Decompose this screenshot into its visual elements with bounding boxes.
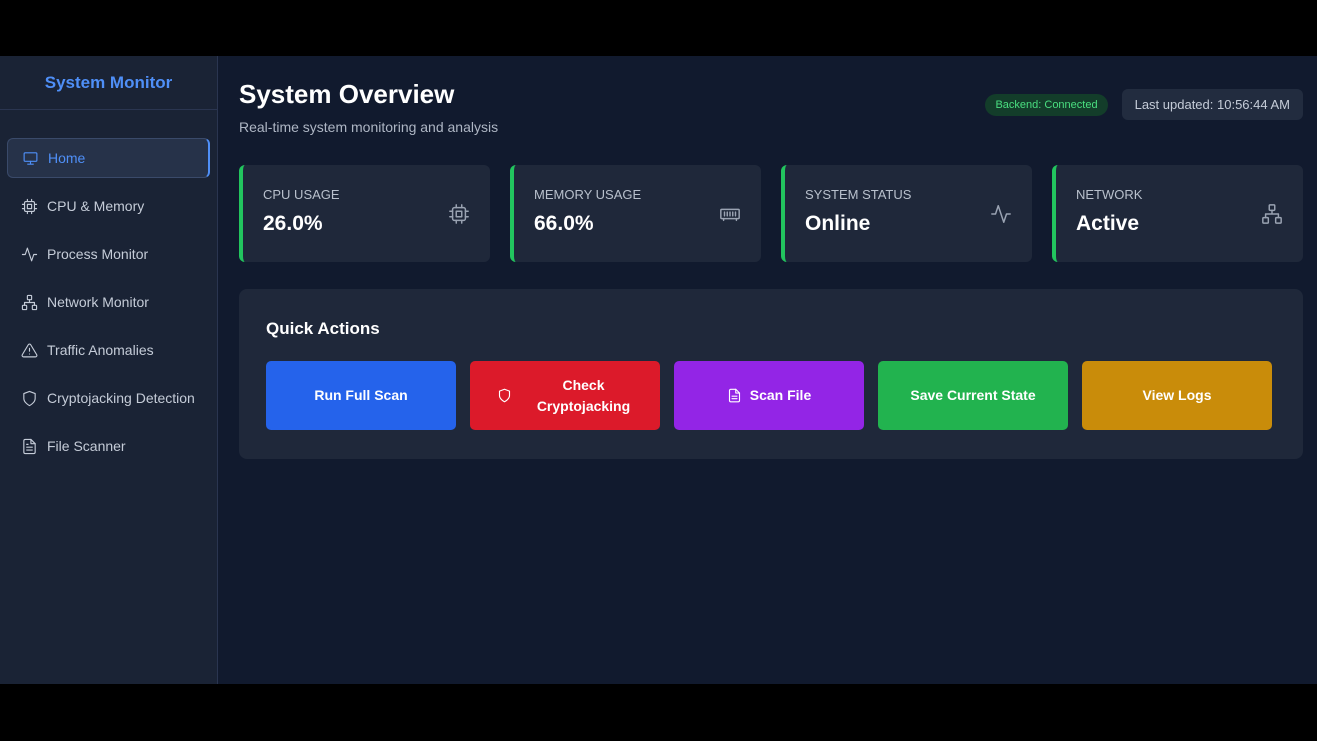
header-status: Backend: Connected Last updated: 10:56:4…	[985, 89, 1303, 120]
sidebar-item-traffic-anomalies[interactable]: Traffic Anomalies	[7, 330, 210, 370]
page-subtitle: Real-time system monitoring and analysis	[239, 119, 499, 135]
stat-label: SYSTEM STATUS	[805, 187, 912, 202]
view-logs-button[interactable]: View Logs	[1082, 361, 1272, 430]
sidebar-item-process-monitor[interactable]: Process Monitor	[7, 234, 210, 274]
memory-icon	[719, 203, 741, 225]
last-updated-label: Last updated: 10:56:44 AM	[1121, 89, 1303, 120]
app-brand: System Monitor	[0, 56, 217, 110]
activity-icon	[20, 245, 38, 263]
sidebar-item-label: Home	[48, 150, 86, 166]
shield-icon	[497, 388, 512, 403]
run-full-scan-button[interactable]: Run Full Scan	[266, 361, 456, 430]
cpu-icon	[20, 197, 38, 215]
save-current-state-button[interactable]: Save Current State	[878, 361, 1068, 430]
sidebar-item-cryptojacking-detection[interactable]: Cryptojacking Detection	[7, 378, 210, 418]
activity-icon	[990, 203, 1012, 225]
sidebar: System Monitor Home CPU & Memory Process…	[0, 56, 218, 684]
sidebar-item-label: Network Monitor	[47, 294, 149, 310]
app-window: System Monitor Home CPU & Memory Process…	[0, 56, 1317, 684]
quick-actions-panel: Quick Actions Run Full Scan Check Crypto…	[239, 289, 1303, 459]
check-cryptojacking-button[interactable]: Check Cryptojacking	[470, 361, 660, 430]
button-label: View Logs	[1142, 387, 1212, 403]
button-label: Scan File	[749, 387, 812, 403]
stat-card-memory: MEMORY USAGE 66.0%	[510, 165, 761, 262]
sidebar-item-network-monitor[interactable]: Network Monitor	[7, 282, 210, 322]
main-content: System Overview Real-time system monitor…	[218, 56, 1317, 684]
button-label: Check Cryptojacking	[536, 376, 631, 414]
stat-card-network: NETWORK Active	[1052, 165, 1303, 262]
sidebar-item-label: Process Monitor	[47, 246, 149, 262]
backend-status-badge: Backend: Connected	[985, 93, 1108, 116]
sidebar-item-file-scanner[interactable]: File Scanner	[7, 426, 210, 466]
file-icon	[20, 437, 38, 455]
stat-label: CPU USAGE	[263, 187, 340, 202]
sidebar-item-label: File Scanner	[47, 438, 126, 454]
stat-card-system-status: SYSTEM STATUS Online	[781, 165, 1032, 262]
alert-triangle-icon	[20, 341, 38, 359]
sidebar-item-label: Cryptojacking Detection	[47, 390, 195, 406]
quick-actions-buttons: Run Full Scan Check Cryptojacking Scan F…	[266, 361, 1276, 430]
sidebar-item-cpu-memory[interactable]: CPU & Memory	[7, 186, 210, 226]
sidebar-item-label: CPU & Memory	[47, 198, 145, 214]
button-label: Save Current State	[910, 387, 1036, 403]
stat-label: NETWORK	[1076, 187, 1143, 202]
button-label: Run Full Scan	[314, 387, 408, 403]
network-icon	[1261, 203, 1283, 225]
sidebar-nav: Home CPU & Memory Process Monitor Networ…	[0, 110, 217, 466]
cpu-icon	[448, 203, 470, 225]
stats-row: CPU USAGE 26.0% MEMORY USAGE 66.0% SYSTE…	[239, 165, 1303, 262]
network-icon	[20, 293, 38, 311]
monitor-icon	[21, 149, 39, 167]
quick-actions-title: Quick Actions	[266, 319, 380, 338]
shield-icon	[20, 389, 38, 407]
scan-file-button[interactable]: Scan File	[674, 361, 864, 430]
stat-label: MEMORY USAGE	[534, 187, 642, 202]
stat-card-cpu: CPU USAGE 26.0%	[239, 165, 490, 262]
sidebar-item-label: Traffic Anomalies	[47, 342, 154, 358]
file-icon	[727, 388, 742, 403]
sidebar-item-home[interactable]: Home	[7, 138, 210, 178]
